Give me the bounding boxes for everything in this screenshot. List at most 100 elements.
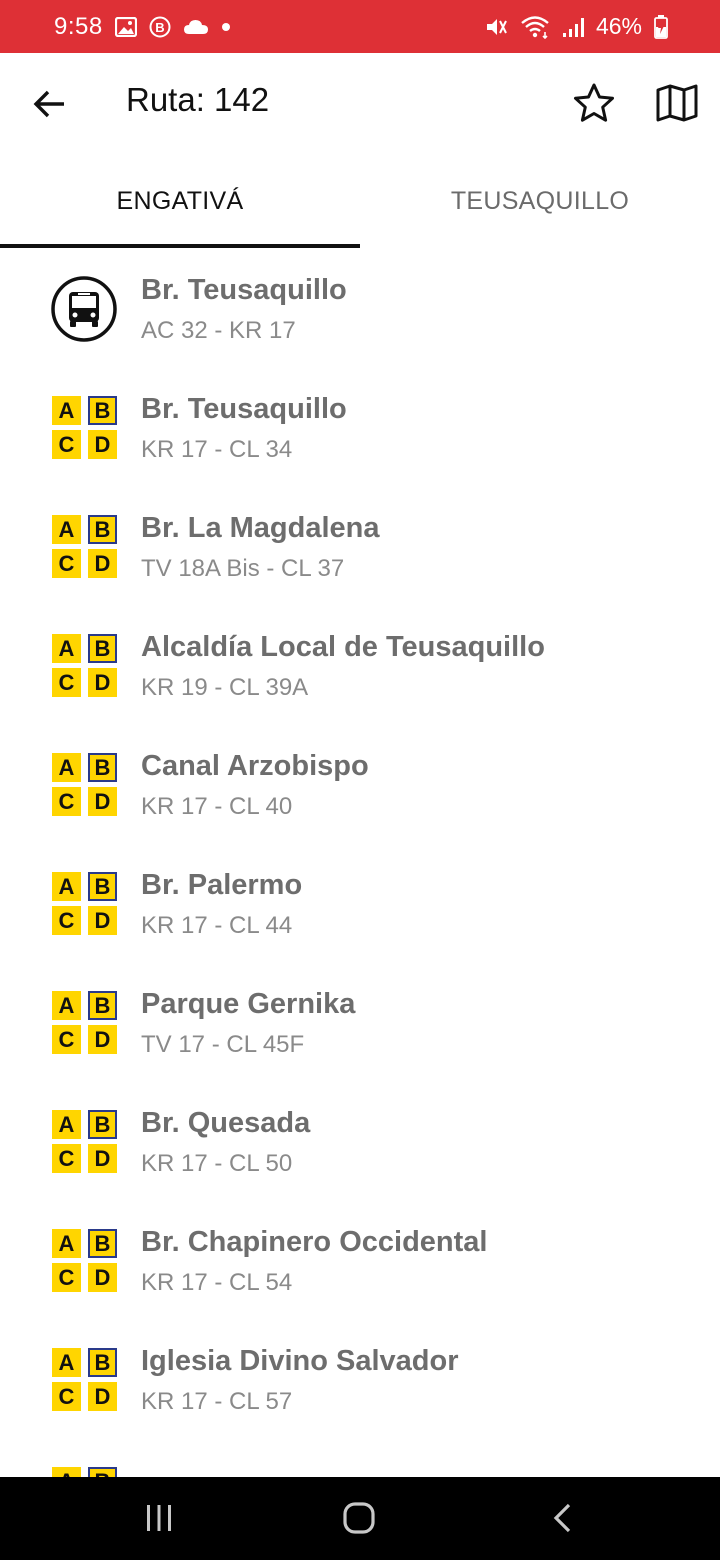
stop-address: KR 17 - CL 34 (141, 436, 293, 463)
stop-address: KR 19 - CL 39A (141, 674, 309, 701)
abcd-letter-b: B (88, 515, 117, 544)
stop-name: Br. Quesada (141, 1107, 311, 1139)
stop-item[interactable]: Br. Teusaquillo AC 32 - KR 17 (0, 249, 720, 368)
screen: 9:58 B 46% Ruta: 142 ENGATIVÁ TEUSAQUILL… (0, 0, 720, 1560)
abcd-icon: A B C D (52, 634, 117, 697)
stop-address: KR 17 - CL 50 (141, 1150, 293, 1177)
stop-item-partial[interactable]: A B (0, 1439, 720, 1477)
abcd-letter-c: C (52, 1025, 81, 1054)
page-title: Ruta: 142 (126, 81, 270, 118)
stop-item[interactable]: A B C D Br. Teusaquillo KR 17 - CL 34 (0, 368, 720, 487)
system-nav-bar (0, 1477, 720, 1560)
abcd-letter-a: A (52, 1229, 81, 1258)
abcd-letter-a: A (52, 396, 81, 425)
abcd-icon: A B C D (52, 991, 117, 1054)
app-bar: Ruta: 142 (0, 53, 720, 153)
system-back-button[interactable] (544, 1497, 580, 1539)
abcd-icon: A B C D (52, 753, 117, 816)
recents-button[interactable] (138, 1497, 180, 1539)
stop-list: Br. Teusaquillo AC 32 - KR 17 A B C D Br… (0, 249, 720, 1477)
stop-address: AC 32 - KR 17 (141, 317, 296, 344)
stop-address: TV 17 - CL 45F (141, 1031, 305, 1058)
tab-teusaquillo[interactable]: TEUSAQUILLO (360, 153, 720, 249)
stop-name: Canal Arzobispo (141, 750, 369, 782)
cloud-icon (183, 18, 209, 36)
status-right: 46% (484, 13, 668, 40)
stop-item[interactable]: A B C D Br. Palermo KR 17 - CL 44 (0, 844, 720, 963)
map-icon (656, 84, 698, 122)
stop-address: KR 17 - CL 40 (141, 793, 293, 820)
abcd-letter-d: D (88, 1382, 117, 1411)
stop-name: Br. Chapinero Occidental (141, 1226, 488, 1258)
battery-charging-icon (654, 14, 668, 39)
abcd-letter-b: B (88, 872, 117, 901)
abcd-letter-c: C (52, 1263, 81, 1292)
abcd-letter-a: A (52, 634, 81, 663)
abcd-icon: A B C D (52, 1110, 117, 1173)
stop-name: Parque Gernika (141, 988, 356, 1020)
abcd-letter-c: C (52, 1382, 81, 1411)
stop-item[interactable]: A B C D Alcaldía Local de Teusaquillo KR… (0, 606, 720, 725)
stop-address: KR 17 - CL 57 (141, 1388, 293, 1415)
abcd-letter-d: D (88, 549, 117, 578)
star-outline-icon (574, 83, 614, 122)
abcd-letter-d: D (88, 430, 117, 459)
stop-name: Br. Palermo (141, 869, 303, 901)
tab-engativa[interactable]: ENGATIVÁ (0, 153, 360, 249)
abcd-letter-a: A (52, 753, 81, 782)
abcd-icon: A B C D (52, 872, 117, 935)
abcd-icon: A B C D (52, 515, 117, 578)
stop-item[interactable]: A B C D Parque Gernika TV 17 - CL 45F (0, 963, 720, 1082)
map-button[interactable] (650, 77, 704, 129)
abcd-icon: A B (52, 1467, 117, 1477)
status-left: 9:58 B (54, 13, 231, 41)
stop-item[interactable]: A B C D Iglesia Divino Salvador KR 17 - … (0, 1320, 720, 1439)
mute-icon (484, 15, 508, 39)
abcd-letter-b: B (88, 1110, 117, 1139)
back-arrow-icon (33, 90, 64, 118)
abcd-letter-d: D (88, 1025, 117, 1054)
home-button[interactable] (336, 1497, 382, 1539)
abcd-letter-b: B (88, 1348, 117, 1377)
stop-name: Iglesia Divino Salvador (141, 1345, 459, 1377)
abcd-letter-d: D (88, 787, 117, 816)
abcd-icon: A B C D (52, 1348, 117, 1411)
stop-address: TV 18A Bis - CL 37 (141, 555, 345, 582)
favorite-button[interactable] (568, 77, 620, 129)
battery-percent: 46% (595, 13, 642, 39)
signal-icon (562, 16, 584, 38)
tab-indicator (0, 244, 360, 248)
back-button[interactable] (24, 79, 74, 129)
abcd-letter-c: C (52, 430, 81, 459)
abcd-letter-d: D (88, 1263, 117, 1292)
abcd-letter-a: A (52, 1348, 81, 1377)
abcd-letter-d: D (88, 906, 117, 935)
stop-item[interactable]: A B C D Canal Arzobispo KR 17 - CL 40 (0, 725, 720, 844)
stop-item[interactable]: A B C D Br. La Magdalena TV 18A Bis - CL… (0, 487, 720, 606)
abcd-letter-a: A (52, 872, 81, 901)
svg-text:B: B (155, 20, 164, 35)
stop-item[interactable]: A B C D Br. Quesada KR 17 - CL 50 (0, 1082, 720, 1201)
abcd-letter-b: B (88, 1467, 117, 1477)
abcd-letter-c: C (52, 549, 81, 578)
status-bar: 9:58 B 46% (0, 0, 720, 53)
recents-icon (147, 1505, 171, 1531)
abcd-letter-a: A (52, 515, 81, 544)
stop-name: Alcaldía Local de Teusaquillo (141, 631, 545, 663)
direction-tabs: ENGATIVÁ TEUSAQUILLO (0, 153, 720, 249)
abcd-letter-c: C (52, 787, 81, 816)
abcd-letter-b: B (88, 396, 117, 425)
b-circle-icon: B (149, 16, 171, 38)
stop-address: KR 17 - CL 54 (141, 1269, 293, 1296)
stop-address: KR 17 - CL 44 (141, 912, 293, 939)
abcd-letter-a: A (52, 1110, 81, 1139)
abcd-letter-c: C (52, 1144, 81, 1173)
abcd-letter-b: B (88, 991, 117, 1020)
wifi-icon (520, 15, 550, 39)
image-icon (114, 16, 137, 37)
stop-item[interactable]: A B C D Br. Chapinero Occidental KR 17 -… (0, 1201, 720, 1320)
back-icon (553, 1503, 571, 1533)
abcd-icon: A B C D (52, 1229, 117, 1292)
stop-name: Br. Teusaquillo (141, 393, 347, 425)
status-time: 9:58 (54, 12, 103, 40)
